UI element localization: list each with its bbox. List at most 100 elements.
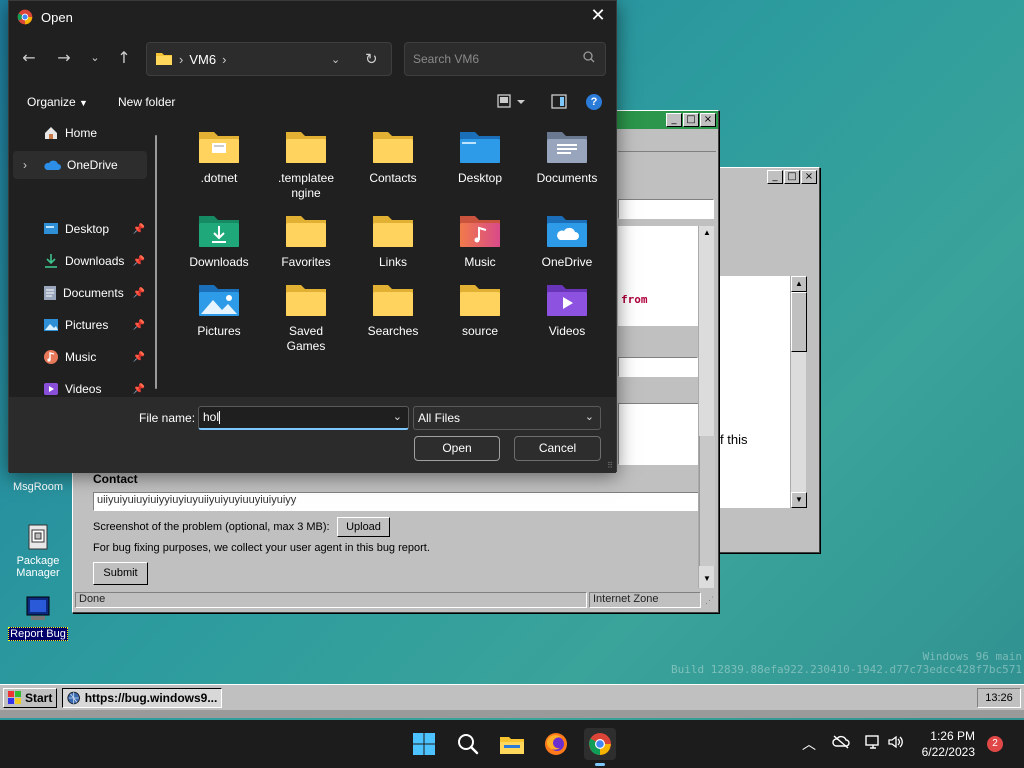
- file-name-input[interactable]: hol ⌄: [198, 406, 409, 430]
- page-scrollbar[interactable]: ▲ ▼: [698, 226, 715, 588]
- start-button[interactable]: Start: [3, 687, 58, 708]
- grid-item[interactable]: Contacts: [351, 123, 435, 186]
- grid-item[interactable]: source: [438, 276, 522, 339]
- address-dropdown-chevron-icon[interactable]: ⌄: [331, 53, 340, 66]
- grid-item[interactable]: Searches: [351, 276, 435, 339]
- dialog-titlebar[interactable]: Open: [9, 1, 616, 33]
- minimize-button[interactable]: _: [767, 170, 783, 184]
- search-input[interactable]: Search VM6: [413, 52, 479, 66]
- grid-item[interactable]: Saved Games: [264, 276, 348, 354]
- nav-music[interactable]: Music 📌: [13, 343, 147, 371]
- grid-item[interactable]: Links: [351, 207, 435, 270]
- minimize-button[interactable]: _: [666, 113, 682, 127]
- nav-documents[interactable]: Documents 📌: [13, 279, 147, 307]
- desktop-icon-report-bug[interactable]: Report Bug: [6, 594, 70, 641]
- grid-item[interactable]: Music: [438, 207, 522, 270]
- grid-item[interactable]: .templatee ngine: [264, 123, 348, 201]
- resize-grip[interactable]: ⠿: [607, 461, 613, 470]
- refresh-icon[interactable]: ↻: [365, 50, 378, 68]
- file-explorer-icon[interactable]: [496, 728, 528, 760]
- contact-input[interactable]: uiiyuiyuiuyiuiyyiuyiuyuiiyuiyuyiuuyiuiyu…: [93, 492, 699, 511]
- address-bar[interactable]: › VM6 › ⌄ ↻: [146, 42, 392, 76]
- file-name-dropdown-chevron-icon[interactable]: ⌄: [393, 410, 402, 423]
- nav-desktop[interactable]: Desktop 📌: [13, 215, 147, 243]
- search-icon[interactable]: [452, 728, 484, 760]
- folder-icon: [286, 285, 326, 316]
- upload-button[interactable]: Upload: [337, 517, 390, 537]
- win11-clock[interactable]: 1:26 PM 6/22/2023: [905, 728, 975, 760]
- open-button[interactable]: Open: [414, 436, 500, 461]
- volume-icon[interactable]: [887, 734, 905, 753]
- breadcrumb-vm6[interactable]: VM6: [189, 52, 216, 67]
- close-icon[interactable]: ✕: [586, 5, 610, 29]
- item-label: Desktop: [457, 171, 503, 185]
- pin-icon: 📌: [132, 351, 145, 363]
- grid-item[interactable]: Desktop: [438, 123, 522, 186]
- organize-menu[interactable]: Organize ▼: [27, 95, 88, 109]
- file-type-value: All Files: [418, 411, 461, 425]
- second-window-scrollbar[interactable]: ▲ ▼: [790, 276, 807, 508]
- scroll-thumb[interactable]: [791, 292, 807, 352]
- url-field[interactable]: [618, 199, 714, 219]
- maximize-button[interactable]: □: [683, 113, 699, 127]
- scroll-down-arrow[interactable]: ▼: [699, 572, 715, 588]
- notification-badge[interactable]: 2: [987, 736, 1003, 752]
- form-field[interactable]: [618, 357, 698, 377]
- chrome-icon[interactable]: [584, 728, 616, 766]
- maximize-button[interactable]: □: [784, 170, 800, 184]
- nav-scrollbar[interactable]: [155, 135, 157, 389]
- build-watermark: Windows 96 main Build 12839.88efa922.230…: [671, 650, 1022, 676]
- expand-chevron-icon[interactable]: ›: [23, 158, 27, 172]
- open-dialog[interactable]: Open ✕ ← → ⌄ ↑ › VM6 › ⌄ ↻ Search VM6 Or…: [8, 0, 617, 473]
- nav-downloads[interactable]: Downloads 📌: [13, 247, 147, 275]
- second-window-titlebar[interactable]: _ □ ×: [720, 168, 819, 186]
- back-arrow-icon[interactable]: ←: [17, 46, 41, 70]
- nav-home[interactable]: Home: [13, 119, 147, 147]
- grid-item[interactable]: Documents: [525, 123, 609, 186]
- description-textarea[interactable]: [618, 403, 699, 465]
- close-button[interactable]: ×: [700, 113, 716, 127]
- up-arrow-icon[interactable]: ↑: [112, 46, 136, 70]
- windows96-logo-icon: [8, 690, 21, 704]
- grid-item[interactable]: Pictures: [177, 276, 261, 339]
- grid-item[interactable]: Downloads: [177, 207, 261, 270]
- pictures-folder-icon: [199, 285, 239, 316]
- cancel-button[interactable]: Cancel: [514, 436, 601, 461]
- forward-arrow-icon[interactable]: →: [52, 46, 76, 70]
- nav-pictures[interactable]: Pictures 📌: [13, 311, 147, 339]
- second-window[interactable]: _ □ × f this ▲ ▼: [719, 167, 820, 553]
- taskbar-task-browser[interactable]: https://bug.windows9...: [62, 687, 223, 708]
- desktop-icon-package-manager[interactable]: Package Manager: [6, 522, 70, 579]
- organize-label: Organize: [27, 95, 76, 109]
- nav-videos[interactable]: Videos 📌: [13, 375, 147, 397]
- scroll-down-arrow[interactable]: ▼: [791, 492, 807, 508]
- help-icon[interactable]: ?: [586, 94, 602, 110]
- submit-button[interactable]: Submit: [93, 562, 148, 585]
- file-type-select[interactable]: All Files ⌄: [413, 406, 601, 430]
- recent-locations-chevron-icon[interactable]: ⌄: [83, 46, 107, 70]
- search-box[interactable]: Search VM6: [404, 42, 606, 76]
- report-bug-label: Report Bug: [8, 627, 68, 641]
- cloud-offline-icon[interactable]: [832, 734, 850, 753]
- show-hidden-icons-chevron-icon[interactable]: ︿: [802, 734, 816, 754]
- nav-onedrive[interactable]: › OneDrive: [13, 151, 147, 179]
- text-cursor: [219, 411, 221, 425]
- firefox-icon[interactable]: [540, 728, 572, 760]
- grid-item[interactable]: OneDrive: [525, 207, 609, 270]
- grid-item[interactable]: Videos: [525, 276, 609, 339]
- preview-pane-icon[interactable]: [551, 94, 567, 113]
- scroll-up-arrow[interactable]: ▲: [791, 276, 807, 292]
- grid-item[interactable]: Favorites: [264, 207, 348, 270]
- scroll-up-arrow[interactable]: ▲: [699, 226, 715, 242]
- close-button[interactable]: ×: [801, 170, 817, 184]
- new-folder-button[interactable]: New folder: [118, 95, 175, 109]
- view-options-icon[interactable]: [497, 94, 527, 113]
- resize-grip[interactable]: ⋰: [705, 595, 714, 606]
- second-window-text: f this: [720, 432, 748, 447]
- network-icon[interactable]: [864, 734, 882, 753]
- grid-item[interactable]: .dotnet: [177, 123, 261, 186]
- document-icon: [44, 286, 56, 300]
- windows-start-icon[interactable]: [408, 728, 440, 760]
- win11-taskbar: ︿ 1:26 PM 6/22/2023: [0, 720, 1024, 768]
- scroll-thumb[interactable]: [699, 436, 715, 566]
